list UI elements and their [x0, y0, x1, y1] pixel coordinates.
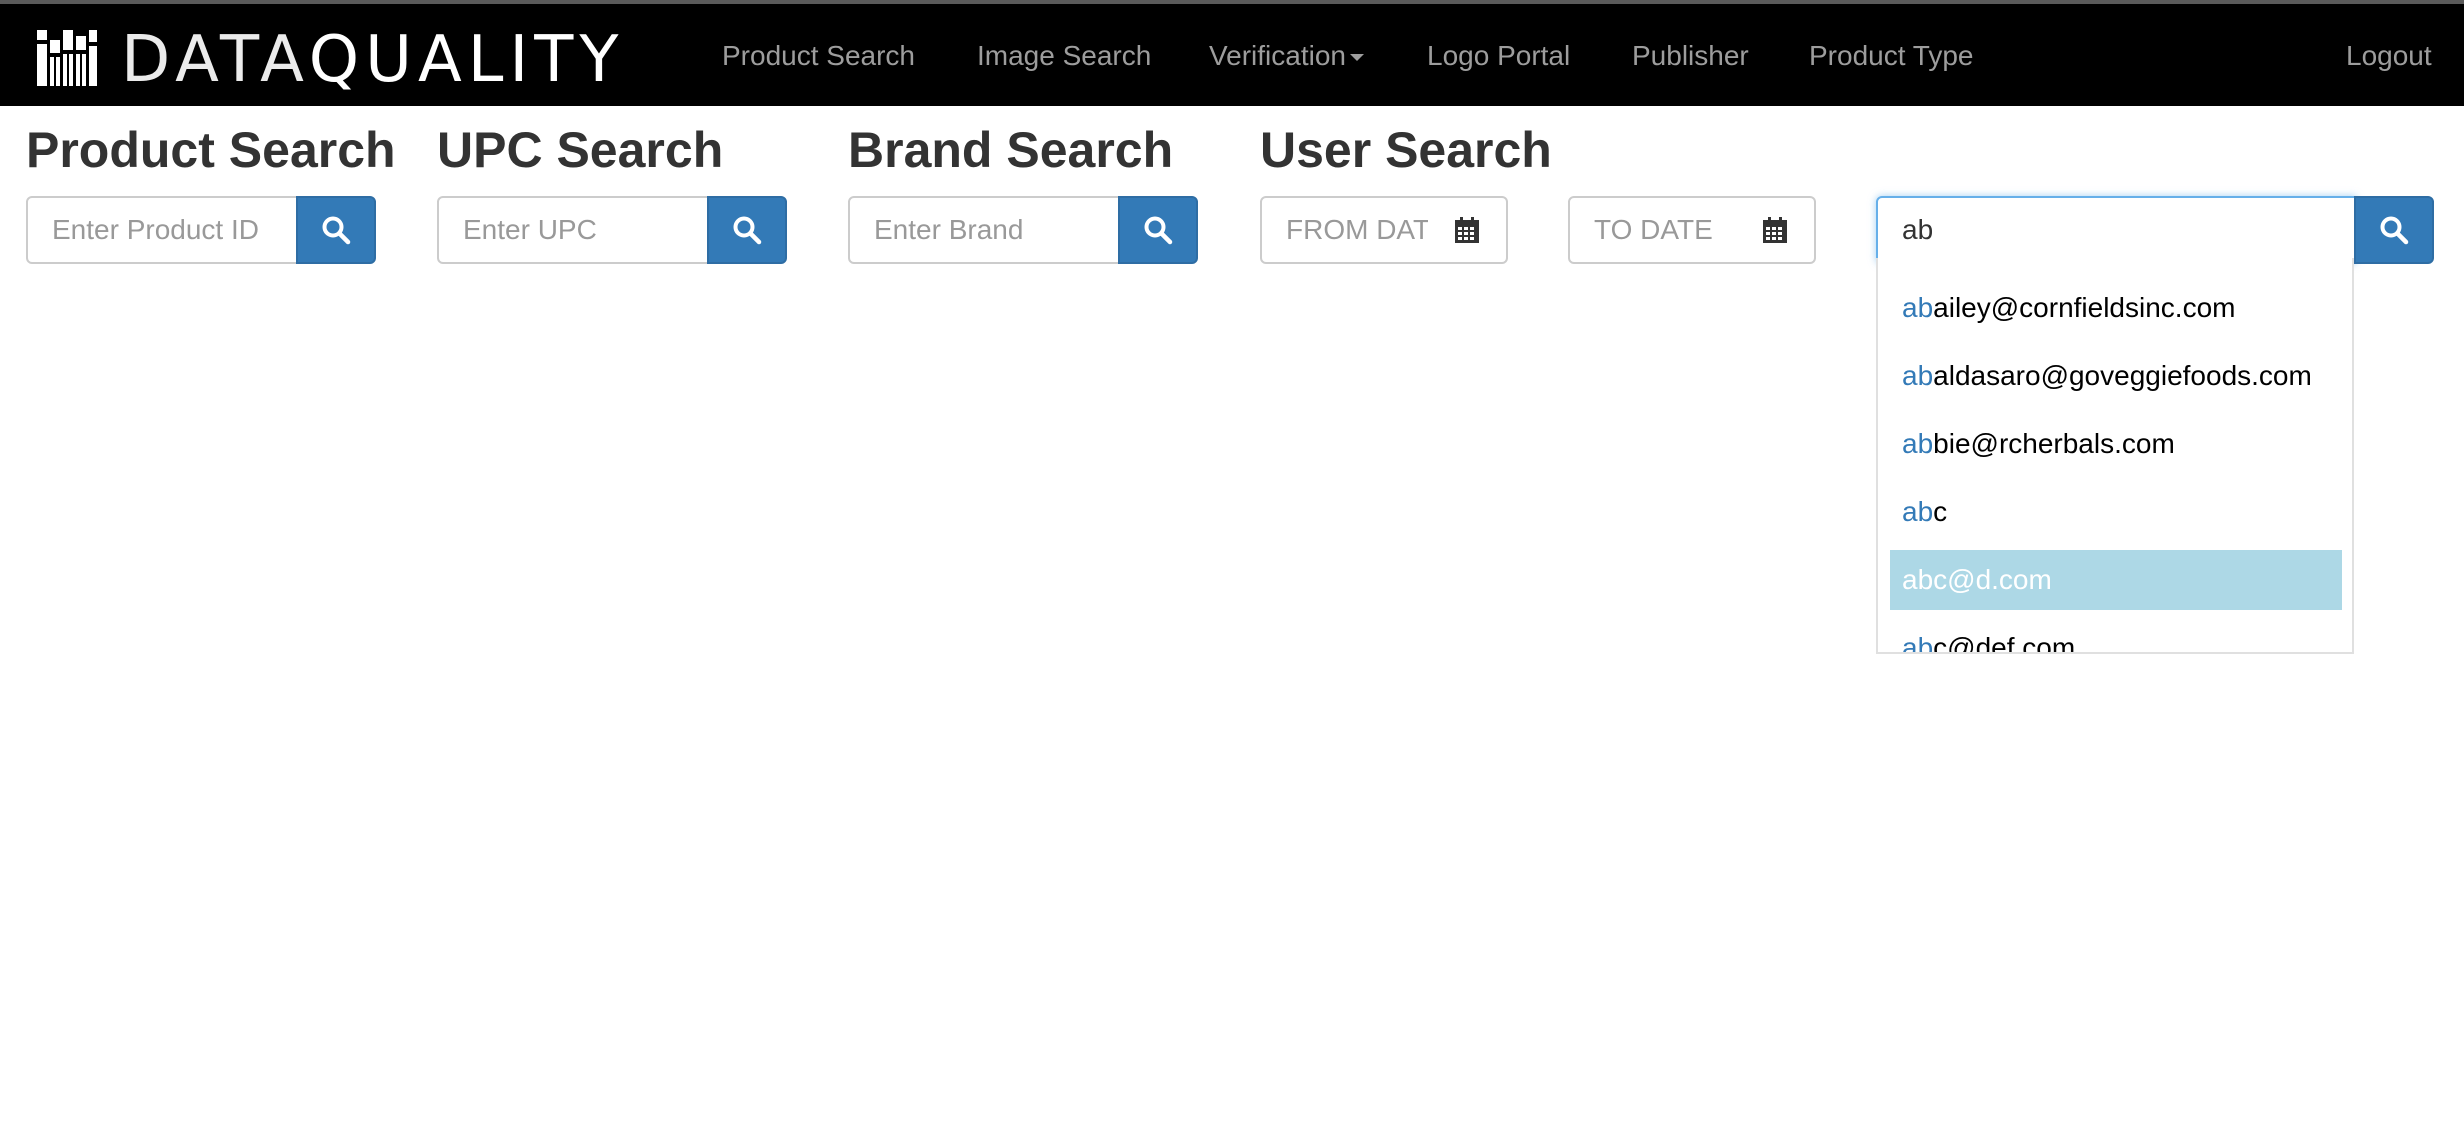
calendar-icon: [1763, 217, 1787, 243]
autocomplete-rest: c@def.com: [1933, 632, 2076, 654]
search-icon: [322, 216, 351, 245]
autocomplete-match: ab: [1902, 292, 1934, 323]
calendar-icon: [1455, 217, 1479, 243]
autocomplete-match: ab: [1902, 496, 1934, 527]
search-icon: [1144, 216, 1173, 245]
autocomplete-rest: ailey@cornfieldsinc.com: [1933, 292, 2236, 323]
logout-link[interactable]: Logout: [2346, 36, 2432, 76]
to-date-input[interactable]: TO DATE: [1568, 196, 1738, 264]
autocomplete-match: ab: [1902, 564, 1934, 595]
nav-verification-label: Verification: [1209, 40, 1346, 71]
autocomplete-match: ab: [1902, 360, 1934, 391]
user-search-title: User Search: [1260, 122, 1552, 178]
user-search-input[interactable]: ab: [1876, 196, 2356, 264]
brand-input[interactable]: Enter Brand: [848, 196, 1120, 264]
autocomplete-match: ab: [1902, 428, 1934, 459]
autocomplete-rest: aldasaro@goveggiefoods.com: [1933, 360, 2312, 391]
search-icon: [733, 216, 762, 245]
top-navbar: DATAQUALITY Product Search Image Search …: [0, 0, 2464, 106]
autocomplete-rest: bie@rcherbals.com: [1933, 428, 2175, 459]
nav-logo-portal[interactable]: Logo Portal: [1427, 36, 1570, 76]
brand-name-bold: QUALITY: [308, 23, 625, 97]
product-search-title: Product Search: [26, 122, 396, 178]
autocomplete-rest: c: [1933, 496, 1948, 527]
nav-product-search[interactable]: Product Search: [722, 36, 915, 76]
autocomplete-rest: c@d.com: [1933, 564, 2052, 595]
nav-image-search[interactable]: Image Search: [977, 36, 1151, 76]
search-icon: [2380, 216, 2409, 245]
brand-search-title: Brand Search: [848, 122, 1174, 178]
autocomplete-item[interactable]: abc: [1890, 482, 2342, 542]
caret-down-icon: [1349, 54, 1364, 62]
brand-name-light: DATA: [121, 23, 309, 97]
product-id-input[interactable]: Enter Product ID: [26, 196, 298, 264]
autocomplete-item[interactable]: abbie@rcherbals.com: [1890, 414, 2342, 474]
autocomplete-item[interactable]: abc@def.com: [1890, 618, 2342, 654]
brand-search-button[interactable]: [1118, 196, 1198, 264]
nav-product-type[interactable]: Product Type: [1809, 36, 1973, 76]
product-search-button[interactable]: [296, 196, 376, 264]
brand-name: DATAQUALITY: [121, 28, 624, 92]
nav-publisher[interactable]: Publisher: [1632, 36, 1749, 76]
upc-search-button[interactable]: [707, 196, 787, 264]
from-date-calendar-button[interactable]: [1428, 196, 1508, 264]
autocomplete-item-active[interactable]: abc@d.com: [1890, 550, 2342, 610]
user-search-button[interactable]: [2354, 196, 2434, 264]
barcode-logo-icon: [37, 30, 97, 86]
from-date-input[interactable]: FROM DATE: [1260, 196, 1430, 264]
upc-search-title: UPC Search: [437, 122, 724, 178]
autocomplete-item[interactable]: abailey@cornfieldsinc.com: [1890, 278, 2342, 338]
autocomplete-match: ab: [1902, 632, 1934, 654]
to-date-calendar-button[interactable]: [1736, 196, 1816, 264]
upc-input[interactable]: Enter UPC: [437, 196, 709, 264]
nav-verification-dropdown[interactable]: Verification: [1209, 36, 1364, 76]
user-autocomplete-dropdown: abailey@cornfieldsinc.com abaldasaro@gov…: [1876, 258, 2354, 654]
autocomplete-item[interactable]: abaldasaro@goveggiefoods.com: [1890, 346, 2342, 406]
